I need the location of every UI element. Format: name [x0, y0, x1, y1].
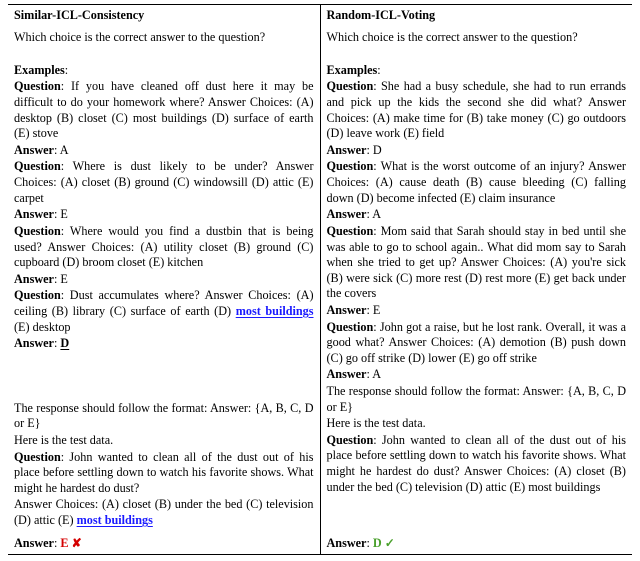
- q-label: Question: [327, 320, 374, 334]
- q-label: Question: [14, 79, 61, 93]
- answer-left: Answer: E ✘: [8, 533, 320, 555]
- a-label: Answer: [327, 303, 367, 317]
- examples-label: Examples: [14, 63, 65, 77]
- a-label: Answer: [14, 336, 54, 350]
- q4-text-b: (E) desktop: [14, 320, 71, 334]
- a-label: Answer: [327, 367, 367, 381]
- a-label: Answer: [14, 143, 54, 157]
- q-label: Question: [327, 433, 374, 447]
- body-left: Which choice is the correct answer to th…: [8, 27, 320, 533]
- answer-choices-a: Answer Choices: (A) closet (B) under the…: [14, 497, 314, 527]
- q-label: Question: [327, 159, 374, 173]
- q-label: Question: [14, 159, 61, 173]
- test-text: Here is the test data.: [14, 433, 314, 449]
- test-text: Here is the test data.: [327, 416, 627, 432]
- intro-text: Which choice is the correct answer to th…: [327, 30, 627, 46]
- a-label: Answer: [14, 207, 54, 221]
- q-label: Question: [14, 288, 61, 302]
- answer-value-wrong: E: [60, 536, 68, 550]
- answer-value-right: D: [373, 536, 382, 550]
- a2-text: : A: [366, 207, 381, 221]
- q-label: Question: [327, 79, 374, 93]
- format-text: The response should follow the format: A…: [14, 401, 314, 432]
- q-label: Question: [14, 450, 61, 464]
- a-label: Answer: [14, 536, 54, 550]
- a-label: Answer: [327, 536, 367, 550]
- check-icon: ✓: [382, 536, 395, 550]
- a1-text: : A: [54, 143, 69, 157]
- intro-text: Which choice is the correct answer to th…: [14, 30, 314, 46]
- q-label: Question: [14, 224, 61, 238]
- a-label: Answer: [327, 207, 367, 221]
- q-label: Question: [327, 224, 374, 238]
- a4-text: : A: [366, 367, 381, 381]
- a3-text: : E: [54, 272, 68, 286]
- a-label: Answer: [327, 143, 367, 157]
- a4-val: D: [60, 336, 69, 350]
- q4-highlight: most buildings: [236, 304, 314, 318]
- a-label: Answer: [14, 272, 54, 286]
- answer-choices-hl: most buildings: [77, 513, 153, 527]
- answer-right: Answer: D ✓: [320, 533, 632, 555]
- a2-text: : E: [54, 207, 68, 221]
- header-right: Random-ICL-Voting: [320, 5, 632, 27]
- format-text: The response should follow the format: A…: [327, 384, 627, 415]
- a3-text: : E: [366, 303, 380, 317]
- comparison-table: Similar-ICL-Consistency Random-ICL-Votin…: [8, 4, 632, 555]
- body-right: Which choice is the correct answer to th…: [320, 27, 632, 533]
- a1-text: : D: [366, 143, 381, 157]
- header-left: Similar-ICL-Consistency: [8, 5, 320, 27]
- cross-icon: ✘: [69, 536, 82, 550]
- examples-label: Examples: [327, 63, 378, 77]
